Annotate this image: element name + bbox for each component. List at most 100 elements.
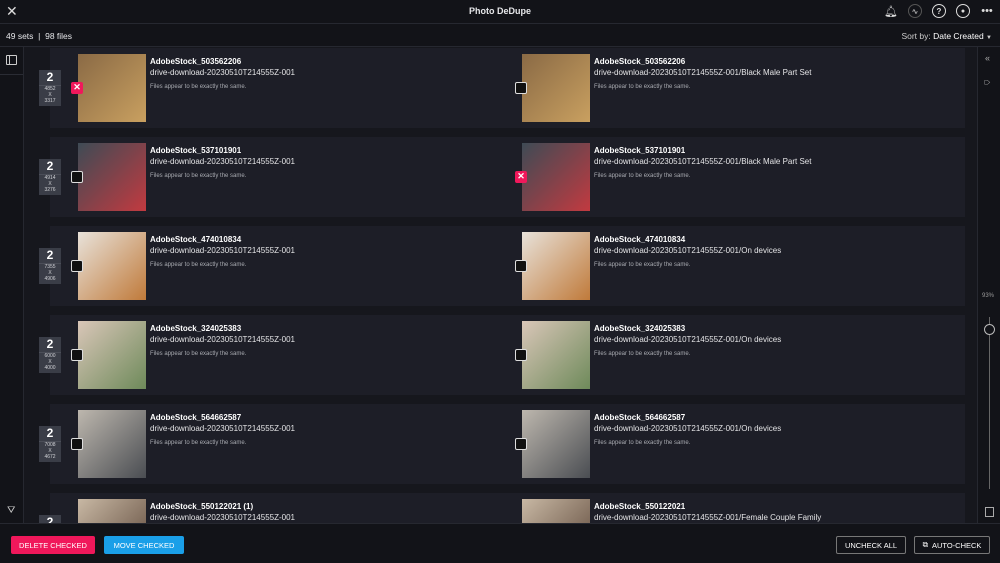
- files-count: 98 files: [45, 31, 73, 41]
- file-path: drive-download-20230510T214555Z-001/On d…: [594, 335, 782, 344]
- match-message: Files appear to be exactly the same.: [150, 173, 247, 179]
- match-message: Files appear to be exactly the same.: [594, 173, 691, 179]
- set-count-badge: 2 6000 X 4000: [39, 337, 61, 373]
- zoom-label: 93%: [982, 293, 995, 299]
- file-info: AdobeStock_503562206 drive-download-20230…: [150, 57, 295, 90]
- file-checkbox[interactable]: ✕: [71, 82, 83, 94]
- uncheck-all-button[interactable]: UNCHECK ALL: [836, 536, 906, 554]
- file-count: 2: [39, 159, 61, 175]
- file-name[interactable]: AdobeStock_537101901: [594, 146, 811, 155]
- file-info: AdobeStock_537101901 drive-download-20230…: [150, 146, 295, 179]
- sort-value: Date Created: [933, 31, 984, 41]
- file-checkbox[interactable]: [515, 82, 527, 94]
- bell-icon[interactable]: 🔔︎: [884, 4, 898, 18]
- auto-check-button[interactable]: ⧉ AUTO-CHECK: [914, 536, 990, 554]
- help-icon[interactable]: ?: [932, 4, 946, 18]
- toolbar: 49 sets | 98 files Sort by: Date Created…: [0, 24, 1000, 47]
- file-name[interactable]: AdobeStock_324025383: [594, 324, 781, 333]
- file-name[interactable]: AdobeStock_550122021 (1): [150, 502, 295, 511]
- tag-icon[interactable]: ⌂: [982, 79, 993, 85]
- dimension-height: 4906: [44, 276, 56, 282]
- file-path: drive-download-20230510T214555Z-001/Fema…: [594, 513, 822, 522]
- photo-thumbnail[interactable]: [522, 54, 590, 122]
- photo-thumbnail[interactable]: [522, 321, 590, 389]
- file-checkbox[interactable]: [71, 438, 83, 450]
- photo-thumbnail[interactable]: [522, 410, 590, 478]
- file-count: 2: [39, 248, 61, 264]
- file-count: 2: [39, 426, 61, 442]
- match-message: Files appear to be exactly the same.: [150, 440, 247, 446]
- file-path: drive-download-20230510T214555Z-001/On d…: [594, 424, 782, 433]
- file-checkbox[interactable]: [71, 171, 83, 183]
- set-count-badge: 2 4914 X 3276: [39, 159, 61, 195]
- file-checkbox[interactable]: [71, 260, 83, 272]
- photo-thumbnail[interactable]: [78, 410, 146, 478]
- file-path: drive-download-20230510T214555Z-001: [150, 157, 295, 166]
- match-message: Files appear to be exactly the same.: [150, 262, 247, 268]
- move-checked-button[interactable]: MOVE CHECKED: [104, 536, 184, 554]
- file-path: drive-download-20230510T214555Z-001: [150, 424, 295, 433]
- file-checkbox[interactable]: [515, 438, 527, 450]
- left-sidebar: ⛛: [0, 47, 24, 523]
- file-count: 2: [39, 515, 61, 523]
- file-name[interactable]: AdobeStock_537101901: [150, 146, 295, 155]
- photo-thumbnail[interactable]: [78, 232, 146, 300]
- file-info: AdobeStock_537101901 drive-download-20230…: [594, 146, 811, 179]
- file-count: 2: [39, 70, 61, 86]
- zoom-slider[interactable]: [989, 317, 990, 489]
- filter-icon[interactable]: ⛛: [7, 505, 15, 516]
- grid-view-icon[interactable]: [985, 507, 994, 517]
- file-name[interactable]: AdobeStock_564662587: [594, 413, 781, 422]
- app-title: Photo DeDupe: [469, 6, 531, 16]
- separator: |: [38, 31, 41, 41]
- file-name[interactable]: AdobeStock_503562206: [594, 57, 811, 66]
- activity-icon[interactable]: ∿: [908, 4, 922, 18]
- file-path: drive-download-20230510T214555Z-001: [150, 246, 295, 255]
- file-info: AdobeStock_324025383 drive-download-20230…: [150, 324, 295, 357]
- duplicate-sets-list[interactable]: 2 4852 X 3317 ✕ AdobeStock_503562206 drive-dow…: [24, 47, 977, 523]
- file-path: drive-download-20230510T214555Z-001/Blac…: [594, 68, 812, 77]
- file-path: drive-download-20230510T214555Z-001: [150, 335, 295, 344]
- file-checkbox[interactable]: [515, 349, 527, 361]
- file-info: AdobeStock_550122021 (1) drive-download-2…: [150, 502, 295, 523]
- photo-thumbnail[interactable]: [522, 499, 590, 523]
- file-name[interactable]: AdobeStock_503562206: [150, 57, 295, 66]
- match-message: Files appear to be exactly the same.: [150, 351, 247, 357]
- file-checkbox[interactable]: [515, 260, 527, 272]
- file-name[interactable]: AdobeStock_550122021: [594, 502, 821, 511]
- file-name[interactable]: AdobeStock_474010834: [150, 235, 295, 244]
- file-name[interactable]: AdobeStock_324025383: [150, 324, 295, 333]
- match-message: Files appear to be exactly the same.: [594, 262, 691, 268]
- sort-dropdown[interactable]: Sort by: Date Created ▼: [901, 31, 992, 41]
- title-bar: ✕ Photo DeDupe 🔔︎ ∿ ? ● •••: [0, 0, 1000, 24]
- file-info: AdobeStock_474010834 drive-download-20230…: [150, 235, 295, 268]
- photo-thumbnail[interactable]: [78, 143, 146, 211]
- file-checkbox[interactable]: ✕: [515, 171, 527, 183]
- photo-thumbnail[interactable]: [522, 143, 590, 211]
- file-checkbox[interactable]: [71, 349, 83, 361]
- file-path: drive-download-20230510T214555Z-001/On d…: [594, 246, 782, 255]
- photo-thumbnail[interactable]: [522, 232, 590, 300]
- file-path: drive-download-20230510T214555Z-001: [150, 68, 295, 77]
- file-info: AdobeStock_564662587 drive-download-20230…: [150, 413, 295, 446]
- file-name[interactable]: AdobeStock_564662587: [150, 413, 295, 422]
- file-info: AdobeStock_324025383 drive-download-20230…: [594, 324, 781, 357]
- photo-thumbnail[interactable]: [78, 499, 146, 523]
- more-icon[interactable]: •••: [980, 4, 994, 18]
- photo-thumbnail[interactable]: [78, 54, 146, 122]
- file-info: AdobeStock_474010834 drive-download-20230…: [594, 235, 781, 268]
- collapse-icon[interactable]: «: [985, 53, 990, 63]
- file-name[interactable]: AdobeStock_474010834: [594, 235, 781, 244]
- match-message: Files appear to be exactly the same.: [150, 84, 247, 90]
- footer-actions: DELETE CHECKED MOVE CHECKED UNCHECK ALL …: [0, 523, 1000, 563]
- file-path: drive-download-20230510T214555Z-001/Blac…: [594, 157, 812, 166]
- set-count-badge: 2 4852 X 3317: [39, 70, 61, 106]
- set-count-badge: 2 7355 X 4906: [39, 248, 61, 284]
- sets-count: 49 sets: [6, 31, 34, 41]
- delete-checked-button[interactable]: DELETE CHECKED: [11, 536, 95, 554]
- panel-toggle-icon[interactable]: [6, 55, 17, 65]
- set-count-badge: 2: [39, 515, 61, 523]
- account-icon[interactable]: ●: [956, 4, 970, 18]
- zoom-slider-handle[interactable]: [984, 324, 995, 336]
- photo-thumbnail[interactable]: [78, 321, 146, 389]
